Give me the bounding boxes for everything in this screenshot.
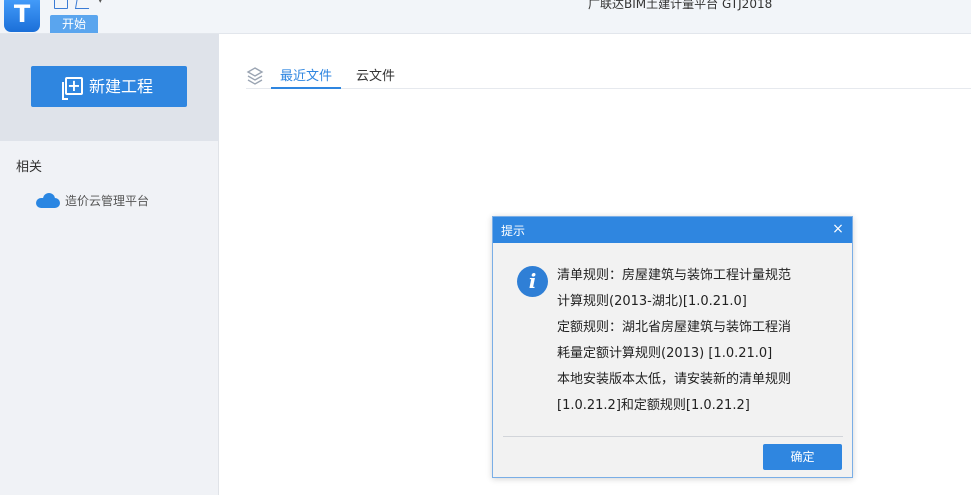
cloud-icon (36, 193, 60, 208)
dialog-message-line: 定额规则：湖北省房屋建筑与装饰工程消 (557, 320, 792, 335)
dialog-message-line: 计算规则(2013-湖北)[1.0.21.0] (557, 294, 747, 309)
new-project-label: 新建工程 (89, 77, 154, 96)
title-bar: T ▾ 开始 广联达BIM土建计量平台 GTJ2018 (0, 0, 971, 34)
save-icon[interactable] (54, 0, 68, 9)
sidebar-header: + 新建工程 (0, 34, 219, 141)
layers-icon (246, 66, 264, 86)
dialog-message-line: 本地安装版本太低，请安装新的清单规则 (557, 372, 792, 387)
close-icon[interactable]: × (830, 221, 846, 237)
dialog-message-line: 清单规则：房屋建筑与装饰工程计量规范 (557, 268, 792, 283)
related-section-title: 相关 (16, 160, 43, 175)
dialog-message-line: 耗量定额计算规则(2013) [1.0.21.0] (557, 346, 773, 361)
quick-access-dropdown-icon[interactable]: ▾ (98, 0, 103, 6)
ok-button[interactable]: 确定 (763, 444, 842, 470)
sidebar-link-label: 造价云管理平台 (65, 194, 150, 208)
dialog-header: 提示 × (493, 217, 852, 243)
tab-cloud-files[interactable]: 云文件 (356, 65, 396, 89)
file-tabs: 最近文件 云文件 (246, 60, 971, 89)
new-project-icon: + (62, 76, 83, 100)
ribbon-tab-start[interactable]: 开始 (50, 15, 98, 33)
open-file-icon[interactable] (74, 0, 92, 9)
info-icon: i (517, 266, 548, 297)
app-title: 广联达BIM土建计量平台 GTJ2018 (588, 0, 773, 11)
tab-recent-files[interactable]: 最近文件 (271, 65, 341, 89)
dialog-title: 提示 (501, 224, 526, 238)
sidebar: + 新建工程 相关 造价云管理平台 (0, 34, 219, 495)
dialog-message-line: [1.0.21.2]和定额规则[1.0.21.2] (557, 398, 750, 413)
app-logo[interactable]: T (4, 0, 40, 32)
new-project-button[interactable]: + 新建工程 (31, 66, 187, 107)
prompt-dialog: 提示 × i 清单规则：房屋建筑与装饰工程计量规范 计算规则(2013-湖北)[… (492, 216, 853, 478)
dialog-divider (503, 436, 843, 437)
app-window: T ▾ 开始 广联达BIM土建计量平台 GTJ2018 + 新建工程 相关 造价… (0, 0, 971, 495)
dialog-message: 清单规则：房屋建筑与装饰工程计量规范 计算规则(2013-湖北)[1.0.21.… (557, 263, 842, 419)
